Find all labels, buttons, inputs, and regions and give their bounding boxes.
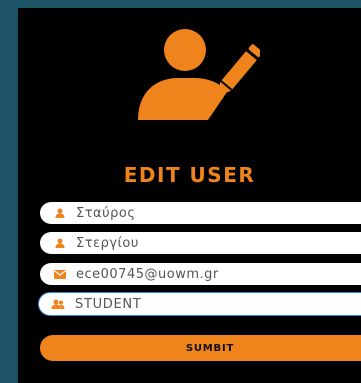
submit-button[interactable]: SUMBIT bbox=[40, 335, 361, 361]
user-icon bbox=[52, 236, 68, 250]
last-name-value: Στεργίου bbox=[76, 235, 139, 251]
user-icon bbox=[52, 206, 68, 220]
page-title: EDIT USER bbox=[123, 163, 256, 187]
last-name-field[interactable]: Στεργίου bbox=[40, 232, 361, 254]
role-select-value: STUDENT bbox=[75, 296, 142, 312]
role-select[interactable]: STUDENT bbox=[38, 292, 361, 316]
email-value: ece00745@uowm.gr bbox=[76, 266, 219, 282]
users-icon bbox=[51, 297, 67, 311]
email-field[interactable]: ece00745@uowm.gr bbox=[40, 263, 361, 285]
first-name-field[interactable]: Σταύρος bbox=[40, 202, 361, 224]
user-edit-icon bbox=[138, 29, 260, 120]
envelope-icon bbox=[52, 267, 68, 281]
edit-user-card: EDIT USER Σταύρος Στεργίου ece00745@uowm… bbox=[18, 8, 361, 383]
first-name-value: Σταύρος bbox=[76, 205, 136, 221]
